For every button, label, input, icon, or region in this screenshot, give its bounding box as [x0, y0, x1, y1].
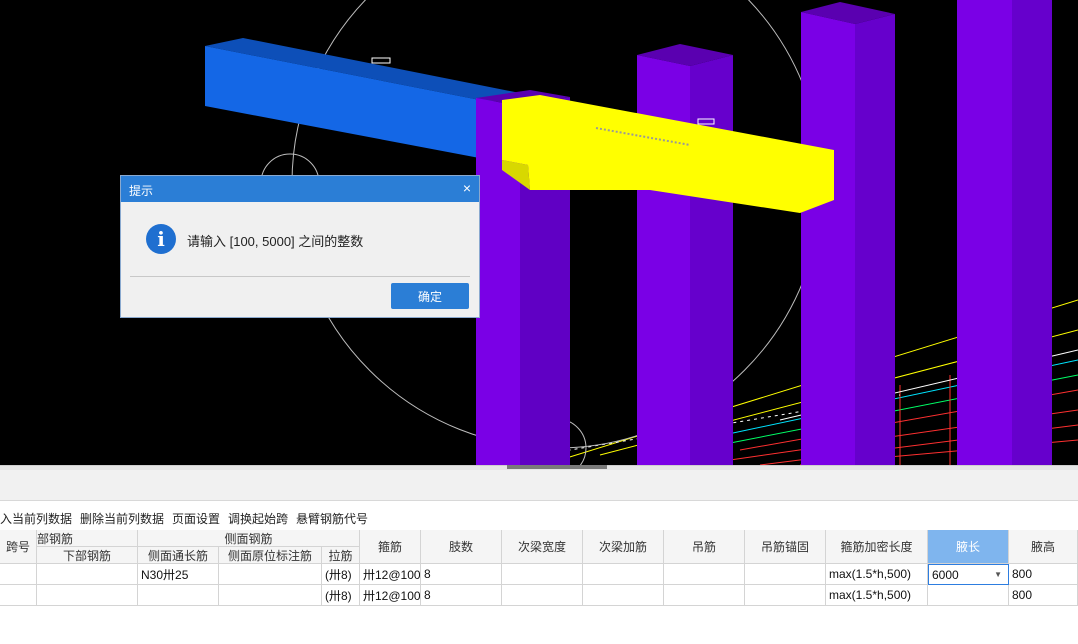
- cell-side-through-rebar[interactable]: N30卅25: [138, 564, 219, 585]
- cantilever-rebar-code-button[interactable]: 悬臂钢筋代号: [296, 510, 368, 527]
- header-tie-rebar[interactable]: 拉筋: [322, 547, 360, 564]
- header-side-through-rebar[interactable]: 侧面通长筋: [138, 547, 219, 564]
- cell-hanger[interactable]: [664, 564, 745, 585]
- header-stirrup[interactable]: 箍筋: [360, 530, 421, 564]
- cell-secondary-width[interactable]: [502, 585, 583, 606]
- column-3-side: [855, 14, 895, 465]
- cell-side-through-rebar[interactable]: [138, 585, 219, 606]
- cell-hanger-anchor[interactable]: [745, 585, 826, 606]
- cell-hanger-anchor[interactable]: [745, 564, 826, 585]
- header-hanger[interactable]: 吊筋: [664, 530, 745, 564]
- column-4-front: [957, 0, 1012, 465]
- splitter-handle[interactable]: [507, 465, 607, 469]
- column-3-front: [801, 12, 855, 465]
- header-span-number[interactable]: 跨号: [0, 530, 37, 564]
- header-secondary-add[interactable]: 次梁加筋: [583, 530, 664, 564]
- dialog-divider: [130, 276, 470, 277]
- header-secondary-width[interactable]: 次梁宽度: [502, 530, 583, 564]
- cell-haunch-height[interactable]: 800: [1009, 564, 1078, 585]
- grid-toolbar: 入当前列数据 删除当前列数据 页面设置 调换起始跨 悬臂钢筋代号: [0, 502, 1078, 530]
- cell-bottom-rebar[interactable]: [37, 585, 138, 606]
- header-densify-length[interactable]: 箍筋加密长度: [826, 530, 928, 564]
- header-bottom-rebar[interactable]: 下部钢筋: [37, 547, 138, 564]
- dialog-titlebar[interactable]: 提示 ×: [121, 176, 479, 202]
- cell-secondary-add[interactable]: [583, 564, 664, 585]
- prompt-dialog: 提示 × i 请输入 [100, 5000] 之间的整数 确定: [120, 175, 480, 318]
- cell-span-number[interactable]: [0, 585, 37, 606]
- haunch-length-value[interactable]: 6000: [932, 568, 959, 582]
- beam-marker: [371, 57, 391, 64]
- header-hanger-anchor[interactable]: 吊筋锚固: [745, 530, 826, 564]
- cell-densify-length[interactable]: max(1.5*h,500): [826, 564, 928, 585]
- cell-secondary-add[interactable]: [583, 585, 664, 606]
- cell-hanger[interactable]: [664, 585, 745, 606]
- cell-densify-length[interactable]: max(1.5*h,500): [826, 585, 928, 606]
- cell-legs[interactable]: 8: [421, 564, 502, 585]
- cell-bottom-rebar[interactable]: [37, 564, 138, 585]
- ok-button[interactable]: 确定: [391, 283, 469, 309]
- dialog-title: 提示: [129, 184, 154, 198]
- info-icon: i: [146, 224, 176, 254]
- delete-column-data-button[interactable]: 删除当前列数据: [80, 510, 164, 527]
- cell-span-number[interactable]: [0, 564, 37, 585]
- column-2-side: [690, 55, 733, 465]
- header-haunch-height[interactable]: 腋高: [1009, 530, 1078, 564]
- header-haunch-length[interactable]: 腋长: [928, 530, 1009, 564]
- cell-legs[interactable]: 8: [421, 585, 502, 606]
- insert-column-data-button[interactable]: 入当前列数据: [0, 510, 72, 527]
- cell-stirrup[interactable]: 卅12@100: [360, 585, 421, 606]
- rebar-table: 跨号 部钢筋 侧面钢筋 下部钢筋 侧面通长筋 侧面原位标注筋 拉筋 箍筋 肢数 …: [0, 530, 1078, 644]
- page-setup-button[interactable]: 页面设置: [172, 510, 220, 527]
- cell-haunch-height[interactable]: 800: [1009, 585, 1078, 606]
- cell-stirrup[interactable]: 卅12@100: [360, 564, 421, 585]
- column-4-side: [1012, 0, 1052, 465]
- close-icon[interactable]: ×: [463, 180, 471, 196]
- cell-tie-rebar[interactable]: (卅8): [322, 564, 360, 585]
- cell-secondary-width[interactable]: [502, 564, 583, 585]
- header-legs[interactable]: 肢数: [421, 530, 502, 564]
- dialog-message: 请输入 [100, 5000] 之间的整数: [187, 234, 364, 249]
- cell-tie-rebar[interactable]: (卅8): [322, 585, 360, 606]
- header-side-rebar-group[interactable]: 侧面钢筋: [138, 530, 360, 547]
- panel-header-band: [0, 470, 1078, 501]
- header-side-original-rebar[interactable]: 侧面原位标注筋: [219, 547, 322, 564]
- cell-side-original-rebar[interactable]: [219, 585, 322, 606]
- haunch-length-dropdown[interactable]: 6000 ▼: [928, 564, 1009, 585]
- swap-start-span-button[interactable]: 调换起始跨: [228, 510, 288, 527]
- cell-haunch-length[interactable]: [928, 585, 1009, 606]
- chevron-down-icon[interactable]: ▼: [994, 570, 1002, 579]
- header-bottom-rebar-group[interactable]: 部钢筋: [37, 530, 138, 547]
- cell-side-original-rebar[interactable]: [219, 564, 322, 585]
